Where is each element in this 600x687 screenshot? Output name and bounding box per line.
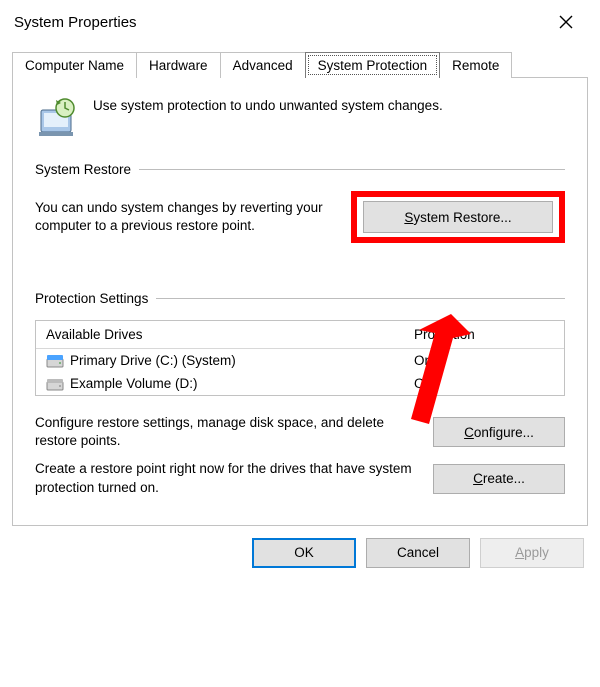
table-row[interactable]: Primary Drive (C:) (System) On xyxy=(36,349,564,372)
configure-desc: Configure restore settings, manage disk … xyxy=(35,414,415,450)
drives-table: Available Drives Protection Primary Driv… xyxy=(35,320,565,396)
tab-remote[interactable]: Remote xyxy=(439,52,512,78)
system-restore-icon xyxy=(35,96,79,140)
window-title: System Properties xyxy=(14,14,137,31)
tab-pane: Use system protection to undo unwanted s… xyxy=(12,77,588,526)
drive-protection: On xyxy=(404,349,564,372)
system-restore-section: System Restore You can undo system chang… xyxy=(35,162,565,243)
divider xyxy=(156,298,565,299)
close-icon xyxy=(559,15,573,29)
ok-button[interactable]: OK xyxy=(252,538,356,568)
configure-button[interactable]: Configure... xyxy=(433,417,565,447)
system-restore-button[interactable]: System Restore... xyxy=(363,201,553,233)
apply-button: Apply xyxy=(480,538,584,568)
protection-settings-heading: Protection Settings xyxy=(35,291,148,306)
drive-icon xyxy=(46,354,64,368)
dialog-footer: OK Cancel Apply xyxy=(0,526,600,582)
system-restore-desc: You can undo system changes by reverting… xyxy=(35,199,333,235)
col-header-drives: Available Drives xyxy=(36,321,404,349)
tab-hardware[interactable]: Hardware xyxy=(136,52,221,78)
tab-computer-name[interactable]: Computer Name xyxy=(12,52,137,78)
drive-name: Example Volume (D:) xyxy=(70,376,198,391)
intro-text: Use system protection to undo unwanted s… xyxy=(93,96,443,113)
close-button[interactable] xyxy=(546,8,586,36)
tab-strip: Computer Name Hardware Advanced System P… xyxy=(12,52,588,78)
protection-settings-section: Protection Settings Available Drives Pro… xyxy=(35,291,565,497)
system-restore-heading: System Restore xyxy=(35,162,131,177)
drive-icon xyxy=(46,377,64,391)
annotation-highlight-box: System Restore... xyxy=(351,191,565,243)
titlebar: System Properties xyxy=(0,0,600,42)
intro-row: Use system protection to undo unwanted s… xyxy=(35,96,565,140)
col-header-protection: Protection xyxy=(404,321,564,349)
divider xyxy=(139,169,565,170)
table-header-row: Available Drives Protection xyxy=(36,321,564,349)
table-row[interactable]: Example Volume (D:) Off xyxy=(36,372,564,395)
drive-protection: Off xyxy=(404,372,564,395)
drive-name: Primary Drive (C:) (System) xyxy=(70,353,236,368)
tab-system-protection[interactable]: System Protection xyxy=(305,52,441,78)
tab-advanced[interactable]: Advanced xyxy=(220,52,306,78)
cancel-button[interactable]: Cancel xyxy=(366,538,470,568)
create-button[interactable]: Create... xyxy=(433,464,565,494)
create-desc: Create a restore point right now for the… xyxy=(35,460,415,496)
